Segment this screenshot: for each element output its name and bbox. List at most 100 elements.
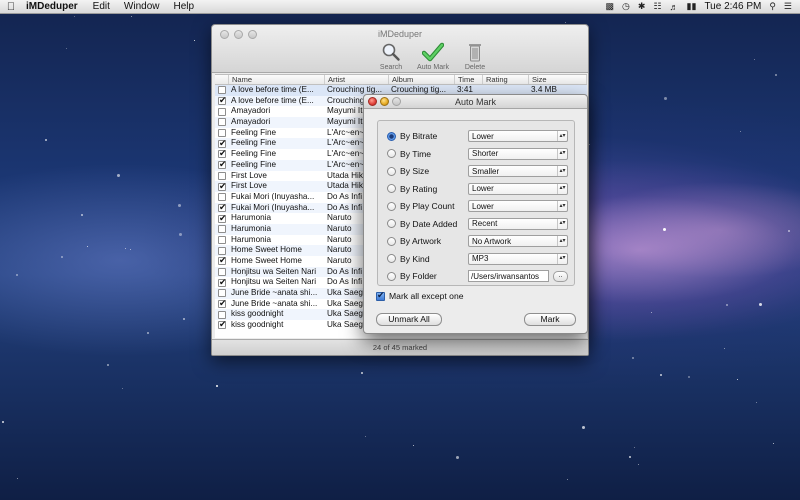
row-checkbox[interactable] [218, 268, 226, 277]
option-row-folder: By Folder/Users/irwansantos.. [387, 269, 573, 283]
select-date-added[interactable]: Recent ▴▾ [468, 217, 568, 230]
select-bitrate[interactable]: Lower ▴▾ [468, 130, 568, 142]
row-checkbox[interactable] [218, 171, 226, 180]
keyboard-icon[interactable]: ▩ [606, 1, 615, 12]
menu-help[interactable]: Help [166, 1, 201, 12]
row-checkbox[interactable] [218, 149, 227, 159]
browse-folder-button[interactable]: .. [553, 270, 568, 282]
row-checkbox[interactable] [218, 289, 226, 298]
radio-artwork[interactable] [387, 236, 396, 246]
radio-folder[interactable] [387, 271, 396, 281]
row-checkbox[interactable] [218, 193, 226, 202]
wifi-icon[interactable]: ☷ [653, 1, 661, 12]
unmark-all-button[interactable]: Unmark All [376, 313, 442, 326]
radio-time[interactable] [387, 149, 396, 158]
dialog-close-button[interactable] [368, 97, 377, 106]
bluetooth-icon[interactable]: ✱ [638, 1, 646, 12]
column-header-rating[interactable]: Rating [483, 75, 529, 84]
dialog-minimize-button[interactable] [380, 97, 389, 106]
auto-mark-button[interactable]: Auto Mark [415, 41, 451, 71]
dialog-zoom-button[interactable] [392, 97, 401, 106]
row-checkbox[interactable] [218, 225, 226, 234]
row-checkbox[interactable] [218, 213, 227, 223]
column-header-time[interactable]: Time [455, 75, 483, 84]
row-checkbox[interactable] [218, 299, 227, 309]
star [726, 304, 728, 306]
column-header-size[interactable]: Size [529, 75, 587, 84]
cell-name: Harumonia [231, 213, 272, 223]
folder-path-field[interactable]: /Users/irwansantos [468, 270, 549, 282]
select-rating[interactable]: Lower ▴▾ [468, 182, 568, 195]
search-button[interactable]: Search [373, 41, 409, 71]
row-checkbox[interactable] [218, 129, 226, 138]
cell-name: First Love [231, 170, 267, 180]
option-label-rating[interactable]: By Rating [400, 184, 466, 194]
column-header-name[interactable]: Name [229, 75, 325, 84]
column-header-artist[interactable]: Artist [325, 75, 389, 84]
option-label-bitrate[interactable]: By Bitrate [400, 131, 466, 141]
radio-bitrate[interactable] [387, 131, 396, 141]
dialog-window-controls [368, 97, 401, 106]
row-checkbox[interactable] [218, 160, 227, 170]
row-checkbox[interactable] [218, 138, 227, 148]
radio-size[interactable] [387, 166, 396, 176]
main-titlebar[interactable]: iMDeduper Search Auto Mark Delete [212, 25, 588, 73]
volume-icon[interactable]: ♬ [670, 2, 679, 12]
select-artwork[interactable]: No Artwork ▴▾ [468, 235, 568, 247]
battery-icon[interactable]: ▮▮ [687, 1, 697, 12]
option-label-size[interactable]: By Size [400, 166, 466, 176]
option-label-date-added[interactable]: By Date Added [400, 219, 466, 229]
window-title: iMDeduper [377, 29, 423, 39]
column-header-check[interactable] [215, 75, 229, 84]
row-checkbox[interactable] [218, 320, 227, 330]
select-time[interactable]: Shorter ▴▾ [468, 147, 568, 160]
delete-button[interactable]: Delete [457, 41, 493, 71]
auto-mark-title: Auto Mark [454, 97, 496, 107]
radio-rating[interactable] [387, 184, 396, 193]
option-row-artwork: By Artwork No Artwork ▴▾ [387, 234, 573, 248]
row-check-cell [215, 171, 229, 182]
row-checkbox[interactable] [218, 310, 226, 319]
menu-edit[interactable]: Edit [86, 1, 117, 12]
row-checkbox[interactable] [218, 256, 227, 266]
select-play-count[interactable]: Lower ▴▾ [468, 200, 568, 212]
star [131, 16, 132, 17]
apple-menu-icon[interactable]:  [0, 1, 22, 13]
menu-window[interactable]: Window [117, 1, 167, 12]
row-checkbox[interactable] [218, 96, 227, 106]
notification-center-icon[interactable]: ☰ [784, 1, 792, 12]
row-check-cell [215, 203, 229, 214]
row-checkbox[interactable] [218, 118, 226, 127]
option-label-artwork[interactable]: By Artwork [400, 236, 466, 246]
row-checkbox[interactable] [218, 203, 227, 213]
menu-clock[interactable]: Tue 2:46 PM [704, 1, 761, 12]
select-size[interactable]: Smaller ▴▾ [468, 165, 568, 177]
column-header-album[interactable]: Album [389, 75, 455, 84]
spotlight-icon[interactable]: ⚲ [769, 1, 776, 12]
row-checkbox[interactable] [218, 86, 226, 95]
radio-play-count[interactable] [387, 201, 396, 211]
row-check-cell [215, 106, 229, 117]
menu-app-name[interactable]: iMDeduper [22, 1, 86, 12]
row-checkbox[interactable] [218, 107, 226, 116]
option-label-folder[interactable]: By Folder [400, 271, 466, 281]
radio-kind[interactable] [387, 254, 396, 263]
option-label-kind[interactable]: By Kind [400, 254, 466, 264]
radio-date-added[interactable] [387, 219, 396, 228]
select-kind[interactable]: MP3 ▴▾ [468, 252, 568, 265]
time-machine-icon[interactable]: ◷ [622, 1, 630, 12]
option-label-play-count[interactable]: By Play Count [400, 201, 466, 211]
option-label-time[interactable]: By Time [400, 149, 466, 159]
row-checkbox[interactable] [218, 246, 226, 255]
mark-all-except-one-row[interactable]: Mark all except one [376, 290, 464, 301]
row-checkbox[interactable] [218, 277, 227, 287]
row-checkbox[interactable] [218, 181, 227, 191]
auto-mark-titlebar[interactable]: Auto Mark [364, 95, 587, 109]
mark-button[interactable]: Mark [524, 313, 576, 326]
row-checkbox[interactable] [218, 235, 226, 244]
mark-all-except-one-checkbox[interactable] [376, 290, 385, 301]
cell-name: Amayadori [231, 117, 271, 127]
row-check-cell [215, 117, 229, 128]
star [81, 214, 83, 216]
star [179, 233, 182, 236]
